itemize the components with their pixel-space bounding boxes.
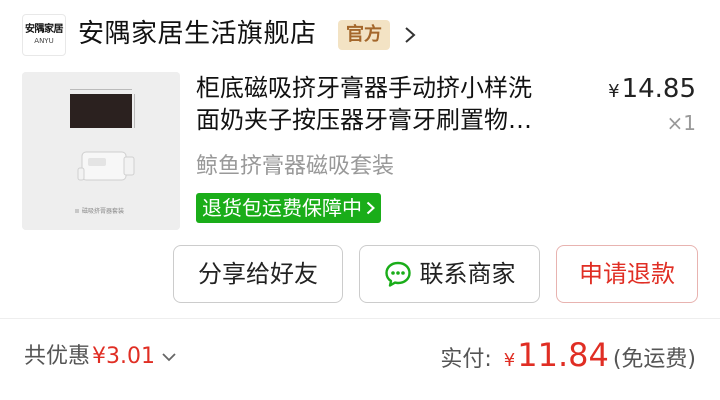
chevron-down-icon [162,353,176,362]
divider [0,318,720,319]
share-button-label: 分享给好友 [198,260,318,288]
product-title[interactable]: 柜底磁吸挤牙膏器手动挤小样洗 面奶夹子按压器牙膏牙刷置物… [196,72,596,136]
return-shipping-badge[interactable]: 退货包运费保障中 [196,193,381,223]
store-logo[interactable]: 安隅家居 ANYU [22,14,66,56]
thumbnail-caption: 磁吸挤膏器套装 [82,207,124,215]
discount-label: 共优惠 [24,344,91,369]
price-currency: ¥ [608,81,620,102]
store-logo-en: ANYU [34,37,54,45]
store-name[interactable]: 安隅家居生活旗舰店 [78,17,317,51]
amount-paid: 实付: ¥ 11.84 (免运费) [440,336,696,376]
store-logo-cn: 安隅家居 [25,24,64,35]
product-quantity: ×1 [666,111,696,135]
product-image: 磁吸挤膏器套装 [22,72,180,230]
chevron-right-icon[interactable] [404,26,416,44]
paid-currency: ¥ [503,350,516,371]
price-value: 14.85 [621,74,696,104]
chevron-right-icon [366,201,375,215]
official-badge: 官方 [338,20,390,50]
paid-amount: 11.84 [517,336,609,374]
paid-label: 实付: [440,347,492,372]
return-badge-label: 退货包运费保障中 [202,196,362,220]
share-button[interactable]: 分享给好友 [173,245,343,303]
product-thumbnail[interactable]: 磁吸挤膏器套装 [22,72,180,230]
discount-amount: ¥3.01 [92,344,155,369]
chat-bubble-icon [384,261,411,287]
contact-seller-label: 联系商家 [419,260,516,288]
product-title-line-2: 面奶夹子按压器牙膏牙刷置物… [196,106,532,134]
request-refund-button[interactable]: 申请退款 [556,245,698,303]
product-variant: 鲸鱼挤膏器磁吸套装 [196,154,395,179]
discount-summary[interactable]: 共优惠 ¥3.01 [24,341,177,373]
request-refund-label: 申请退款 [579,260,675,288]
shipping-note: (免运费) [612,347,696,372]
product-price: ¥14.85 [608,74,696,107]
contact-seller-button[interactable]: 联系商家 [359,245,540,303]
product-title-line-1: 柜底磁吸挤牙膏器手动挤小样洗 [196,74,532,102]
store-header[interactable]: 安隅家居 ANYU 安隅家居生活旗舰店 官方 [0,0,720,70]
